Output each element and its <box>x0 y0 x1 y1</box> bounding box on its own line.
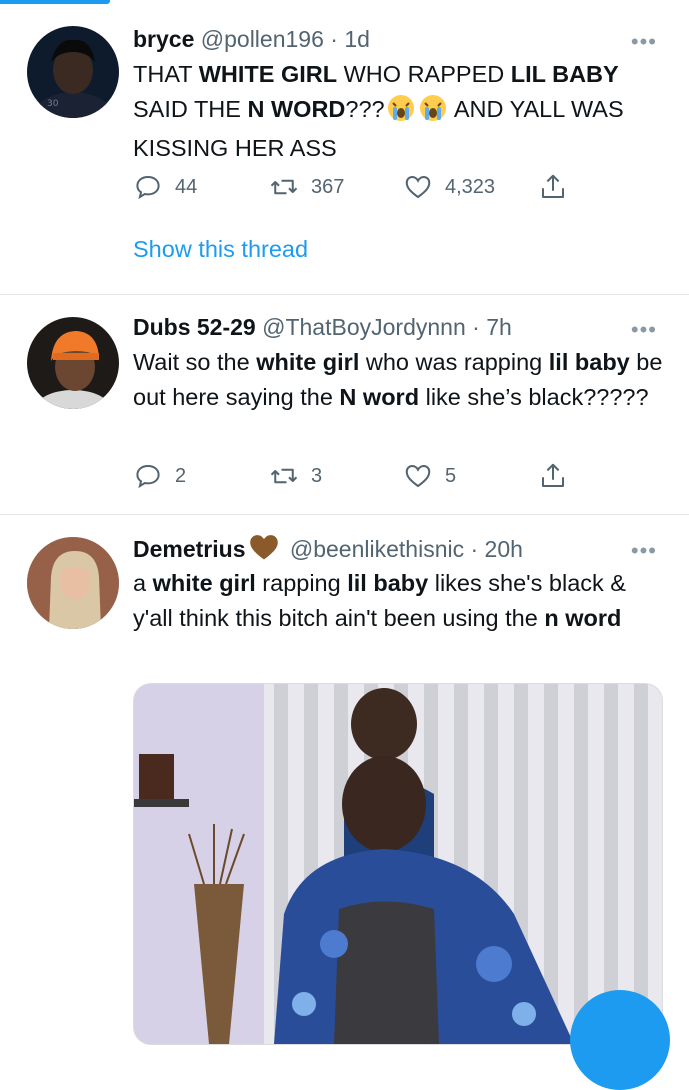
share-button[interactable] <box>538 170 568 204</box>
timestamp[interactable]: 7h <box>486 314 512 340</box>
like-count: 4,323 <box>445 175 496 198</box>
text-bold: N WORD <box>247 95 346 122</box>
retweet-icon <box>270 468 298 484</box>
like-button[interactable]: 5 <box>403 459 456 493</box>
avatar[interactable] <box>27 537 119 629</box>
more-options-icon[interactable]: ••• <box>631 31 657 53</box>
tweet-actions: 2 3 5 <box>133 459 583 493</box>
display-name[interactable]: Demetrius <box>133 536 245 562</box>
reply-icon <box>136 464 160 489</box>
avatar[interactable] <box>27 317 119 409</box>
text-bold: white girl <box>152 570 256 596</box>
text-bold: lil baby <box>548 349 630 375</box>
text-span: Wait so the <box>133 349 257 375</box>
user-handle[interactable]: @pollen196 <box>201 26 324 52</box>
svg-text:30: 30 <box>47 99 59 109</box>
text-bold: N word <box>339 383 420 410</box>
more-options-icon[interactable]: ••• <box>631 540 657 562</box>
tweet-header: bryce @pollen196 · 1d <box>133 24 370 54</box>
display-name[interactable]: Dubs 52-29 <box>133 314 256 340</box>
like-count: 5 <box>445 464 457 487</box>
text-span: ??? <box>345 95 385 122</box>
text-span: like she’s black????? <box>419 383 649 410</box>
text-span: rapping <box>255 570 348 596</box>
retweet-count: 367 <box>311 175 345 198</box>
retweet-button[interactable]: 3 <box>269 459 322 493</box>
reply-count: 44 <box>175 175 198 198</box>
text-bold: LIL BABY <box>510 61 619 87</box>
text-span: SAID THE <box>133 95 248 122</box>
like-button[interactable]: 4,323 <box>403 170 495 204</box>
text-span: THAT <box>133 61 199 87</box>
video-still <box>134 684 662 1044</box>
tweet-text: THAT WHITE GIRL WHO RAPPED LIL BABY SAID… <box>133 57 668 166</box>
tweet-media-image[interactable] <box>133 683 663 1045</box>
tweet-dubs[interactable]: Dubs 52-29 @ThatBoyJordynnn · 7h ••• Wai… <box>0 295 689 513</box>
tweet-bryce[interactable]: 30 bryce @pollen196 · 1d ••• THAT WHITE … <box>0 0 689 295</box>
share-icon <box>542 174 564 198</box>
retweet-count: 3 <box>311 464 323 487</box>
tweet-header: Dubs 52-29 @ThatBoyJordynnn · 7h <box>133 312 512 342</box>
heart-icon <box>405 464 431 488</box>
loudly-crying-face-icon <box>387 94 415 132</box>
timestamp[interactable]: 1d <box>344 26 370 52</box>
separator-dot: · <box>470 536 479 562</box>
reply-button[interactable]: 2 <box>133 459 186 493</box>
user-handle[interactable]: @ThatBoyJordynnn <box>262 314 466 340</box>
retweet-icon <box>270 179 298 195</box>
avatar[interactable]: 30 <box>27 26 119 118</box>
retweet-button[interactable]: 367 <box>269 170 344 204</box>
timestamp[interactable]: 20h <box>485 536 523 562</box>
reply-button[interactable]: 44 <box>133 170 197 204</box>
tweet-text: a white girl rapping lil baby likes she'… <box>133 566 668 635</box>
brown-heart-icon <box>249 533 279 568</box>
compose-tweet-button[interactable] <box>570 990 670 1090</box>
show-thread-link[interactable]: Show this thread <box>133 236 308 263</box>
text-bold: n word <box>544 604 622 631</box>
share-icon <box>542 463 564 487</box>
tweet-actions: 44 367 4,323 <box>133 170 583 204</box>
heart-icon <box>405 175 431 199</box>
reply-icon <box>136 175 160 200</box>
text-bold: lil baby <box>347 570 429 596</box>
tweet-header: Demetrius @beenlikethisnic · 20h <box>133 533 523 563</box>
share-button[interactable] <box>538 459 568 493</box>
text-span: a <box>133 570 153 596</box>
text-bold: white girl <box>256 349 360 375</box>
tweet-text: Wait so the white girl who was rapping l… <box>133 345 668 414</box>
more-options-icon[interactable]: ••• <box>631 319 657 341</box>
display-name[interactable]: bryce <box>133 26 194 52</box>
loudly-crying-face-icon <box>419 94 447 132</box>
text-span: who was rapping <box>359 349 549 375</box>
separator-dot: · <box>472 314 480 340</box>
text-bold: WHITE GIRL <box>198 61 338 87</box>
user-handle[interactable]: @beenlikethisnic <box>290 536 464 562</box>
separator-dot: · <box>330 26 338 52</box>
reply-count: 2 <box>175 464 187 487</box>
text-span: WHO RAPPED <box>337 61 511 87</box>
